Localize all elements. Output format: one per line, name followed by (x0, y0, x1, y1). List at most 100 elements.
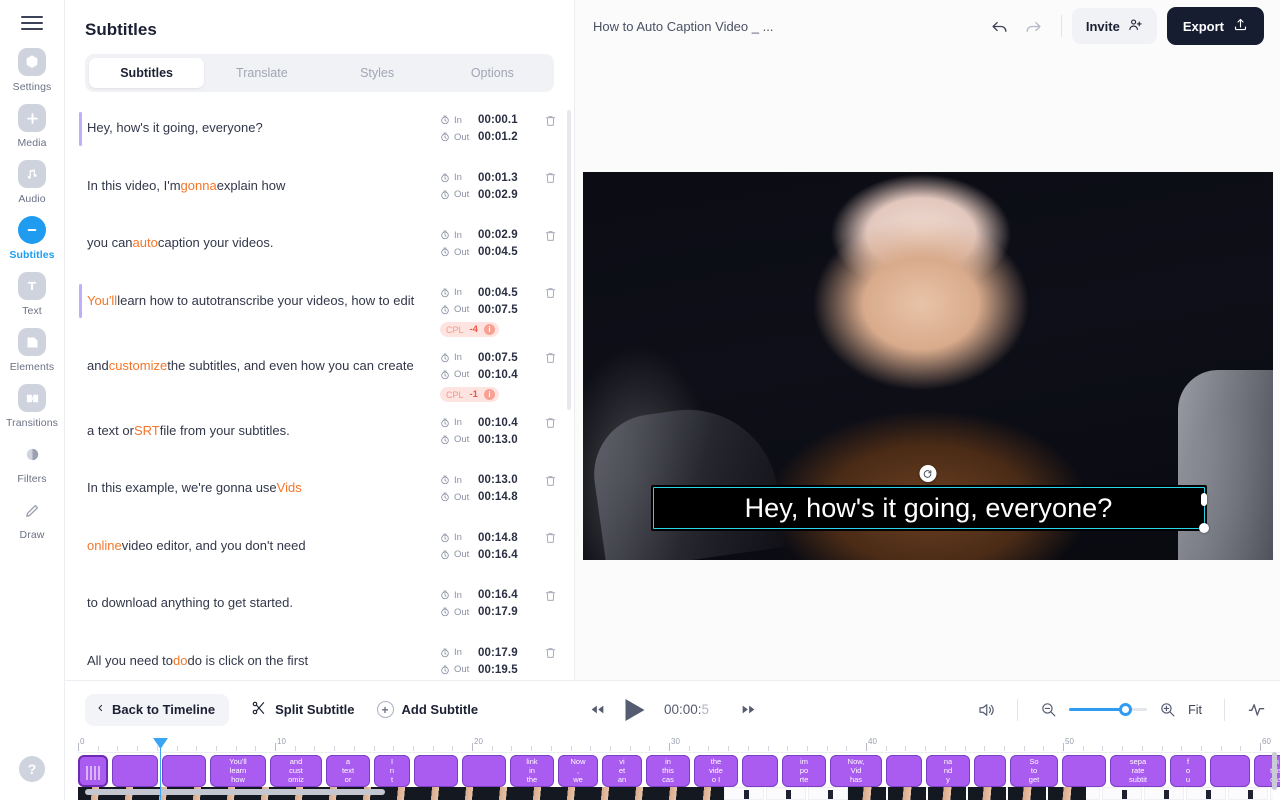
timeline-clip[interactable] (886, 755, 922, 787)
undo-arrow-icon[interactable] (983, 11, 1017, 41)
subtitle-text[interactable]: In this video, I'm gonna explain how (87, 157, 440, 215)
cpl-badge[interactable]: CPL-4i (440, 322, 499, 337)
timeline-clip[interactable] (742, 755, 778, 787)
tab-translate[interactable]: Translate (204, 58, 319, 88)
audio-waveform-clip[interactable] (724, 787, 764, 800)
out-time-value[interactable]: 00:14.8 (478, 491, 518, 503)
tab-styles[interactable]: Styles (320, 58, 435, 88)
timeline-ruler[interactable]: 0102030405060 (78, 738, 1280, 753)
subtitle-row[interactable]: In this video, I'm gonna explain howIn00… (65, 157, 574, 215)
add-subtitle-button[interactable]: + Add Subtitle (377, 701, 479, 718)
timeline-clip[interactable]: separatesubtit (1110, 755, 1166, 787)
export-button[interactable]: Export (1167, 7, 1264, 45)
caption-resize-handle-right[interactable] (1201, 493, 1207, 506)
video-canvas[interactable]: Hey, how's it going, everyone? (583, 172, 1273, 560)
timeline-clip[interactable]: nandy (926, 755, 970, 787)
timeline-clip[interactable] (462, 755, 506, 787)
subtitle-row[interactable]: and customize the subtitles, and even ho… (65, 337, 574, 402)
out-time-value[interactable]: 00:13.0 (478, 434, 518, 446)
play-icon[interactable] (625, 699, 644, 721)
sidebar-item-media[interactable]: Media (0, 104, 64, 149)
timeline-clip[interactable]: atextor (326, 755, 370, 787)
tab-subtitles[interactable]: Subtitles (89, 58, 204, 88)
sidebar-item-draw[interactable]: Draw (0, 496, 64, 541)
sidebar-item-audio[interactable]: Audio (0, 160, 64, 205)
in-time-value[interactable]: 00:17.9 (478, 647, 518, 659)
caption-resize-handle-corner[interactable] (1199, 523, 1209, 533)
subtitle-list[interactable]: Hey, how's it going, everyone?In00:00.1O… (65, 92, 574, 680)
zoom-slider-knob[interactable] (1119, 703, 1132, 716)
rewind-icon[interactable] (589, 703, 605, 716)
delete-subtitle-icon[interactable] (536, 100, 564, 128)
delete-subtitle-icon[interactable] (536, 157, 564, 185)
info-icon[interactable]: i (484, 324, 495, 335)
fit-button[interactable]: Fit (1188, 703, 1202, 717)
tab-options[interactable]: Options (435, 58, 550, 88)
timeline-clip[interactable]: importe (782, 755, 826, 787)
zoom-slider[interactable] (1069, 708, 1147, 711)
out-time-value[interactable]: 00:01.2 (478, 131, 518, 143)
cpl-badge[interactable]: CPL-1i (440, 387, 499, 402)
playhead[interactable] (160, 738, 161, 800)
info-icon[interactable]: i (484, 389, 495, 400)
subtitle-text[interactable]: All you need to do do is click on the fi… (87, 632, 440, 680)
in-time-value[interactable]: 00:00.1 (478, 114, 518, 126)
timeline-clip[interactable]: You'lllearnhow (210, 755, 266, 787)
out-time-value[interactable]: 00:10.4 (478, 369, 518, 381)
in-time-value[interactable]: 00:01.3 (478, 172, 518, 184)
subtitle-text[interactable]: and customize the subtitles, and even ho… (87, 337, 440, 395)
subtitle-text[interactable]: Hey, how's it going, everyone? (87, 100, 440, 158)
audio-waveform-clip[interactable] (808, 787, 848, 800)
subtitle-row[interactable]: you can auto caption your videos.In00:02… (65, 215, 574, 273)
sidebar-item-text[interactable]: Text (0, 272, 64, 317)
timeline-subtitle-track[interactable]: You'lllearnhowandcustomizatextorIntlinki… (78, 755, 1280, 787)
sidebar-item-subtitles[interactable]: Subtitles (0, 216, 64, 261)
audio-waveform-clip[interactable] (1186, 787, 1226, 800)
subtitle-text[interactable]: to download anything to get started. (87, 575, 440, 633)
back-to-timeline-button[interactable]: Back to Timeline (85, 694, 229, 726)
subtitle-row[interactable]: a text or SRT file from your subtitles.I… (65, 402, 574, 460)
audio-waveform-clip[interactable] (1102, 787, 1142, 800)
timeline-clip[interactable] (1210, 755, 1250, 787)
subtitle-row[interactable]: In this example, we're gonna use VidsIn0… (65, 460, 574, 518)
delete-subtitle-icon[interactable] (536, 460, 564, 488)
delete-subtitle-icon[interactable] (536, 517, 564, 545)
timeline-clip[interactable]: thevideo I (694, 755, 738, 787)
subtitle-text[interactable]: In this example, we're gonna use Vids (87, 460, 440, 518)
in-time-value[interactable]: 00:07.5 (478, 352, 518, 364)
subtitle-text[interactable]: you can auto caption your videos. (87, 215, 440, 273)
timeline-clip[interactable]: fou (1170, 755, 1206, 787)
audio-waveform-clip[interactable] (1228, 787, 1268, 800)
subtitle-text[interactable]: a text or SRT file from your subtitles. (87, 402, 440, 460)
delete-subtitle-icon[interactable] (536, 272, 564, 300)
zoom-in-icon[interactable] (1159, 701, 1176, 718)
timeline-clip[interactable] (1062, 755, 1106, 787)
waveform-icon[interactable] (1247, 700, 1266, 719)
delete-subtitle-icon[interactable] (536, 575, 564, 603)
subtitle-text[interactable]: online video editor, and you don't need (87, 517, 440, 575)
subtitle-row[interactable]: You'll learn how to autotranscribe your … (65, 272, 574, 337)
timeline-clip[interactable]: vietan (602, 755, 642, 787)
zoom-out-icon[interactable] (1040, 701, 1057, 718)
panel-scrollbar[interactable] (567, 110, 571, 410)
rotate-handle-icon[interactable] (919, 465, 936, 482)
speaker-icon[interactable] (977, 701, 995, 719)
in-time-value[interactable]: 00:02.9 (478, 229, 518, 241)
in-time-value[interactable]: 00:14.8 (478, 532, 518, 544)
out-time-value[interactable]: 00:16.4 (478, 549, 518, 561)
timeline-clip[interactable]: Int (374, 755, 410, 787)
out-time-value[interactable]: 00:04.5 (478, 246, 518, 258)
timeline-clip[interactable] (974, 755, 1006, 787)
timeline-clip[interactable]: andcustomiz (270, 755, 322, 787)
sidebar-item-settings[interactable]: Settings (0, 48, 64, 93)
timeline-horizontal-scrollbar[interactable] (85, 789, 385, 795)
split-subtitle-button[interactable]: Split Subtitle (251, 700, 354, 719)
subtitle-row[interactable]: Hey, how's it going, everyone?In00:00.1O… (65, 100, 574, 158)
out-time-value[interactable]: 00:02.9 (478, 189, 518, 201)
help-icon[interactable]: ? (19, 756, 45, 782)
subtitle-row[interactable]: online video editor, and you don't needI… (65, 517, 574, 575)
in-time-value[interactable]: 00:10.4 (478, 417, 518, 429)
audio-waveform-clip[interactable] (766, 787, 806, 800)
project-title[interactable]: How to Auto Caption Video _ ... (593, 19, 983, 34)
timeline-clip[interactable] (414, 755, 458, 787)
